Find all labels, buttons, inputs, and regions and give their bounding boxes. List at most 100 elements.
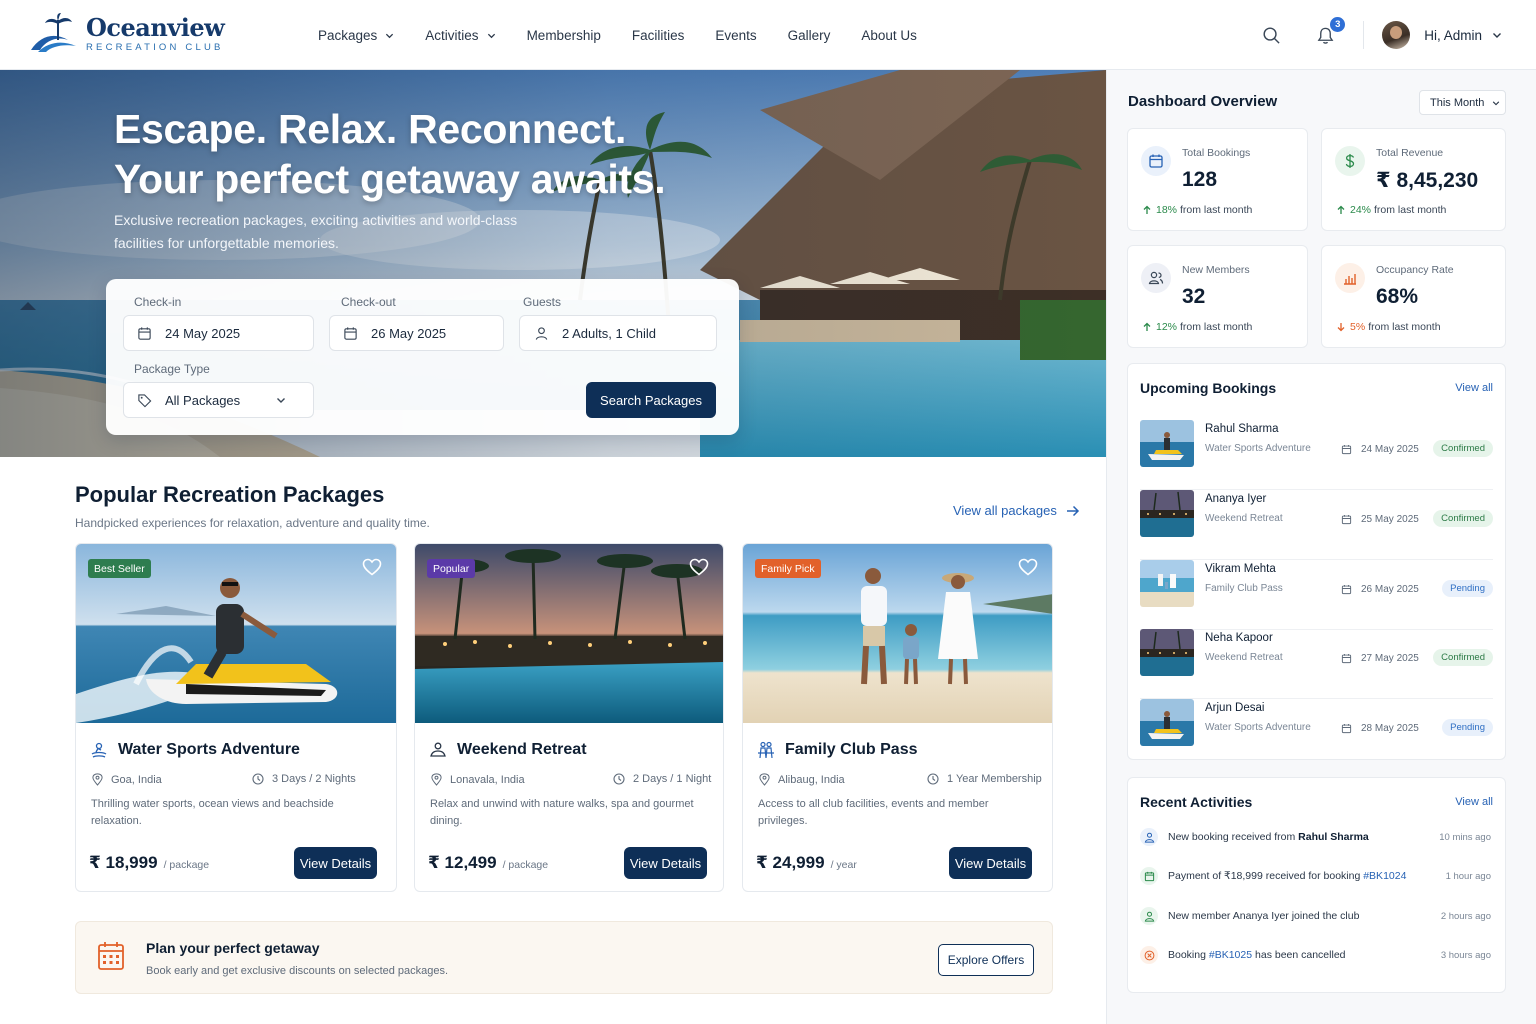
stat-change-pct: 5% bbox=[1350, 321, 1366, 333]
heart-icon[interactable] bbox=[689, 558, 709, 576]
stat-label: Total Bookings bbox=[1182, 147, 1251, 159]
stat-change-pct: 12% bbox=[1156, 321, 1178, 333]
status-badge: Confirmed bbox=[1433, 649, 1493, 666]
location-pin-icon bbox=[759, 773, 770, 786]
clock-icon bbox=[252, 773, 264, 785]
notifications-button[interactable]: 3 bbox=[1313, 17, 1346, 47]
booking-row[interactable]: Arjun Desai Water Sports Adventure 28 Ma… bbox=[1140, 699, 1493, 769]
booking-package: Water Sports Adventure bbox=[1205, 443, 1311, 454]
upcoming-bookings-view-all[interactable]: View all bbox=[1455, 382, 1493, 394]
package-card-weekend-retreat[interactable]: Popular Weekend Retreat Lonavala, India … bbox=[414, 543, 724, 892]
nav-activities[interactable]: Activities bbox=[425, 28, 495, 43]
nav-about-us[interactable]: About Us bbox=[861, 28, 917, 43]
wave-logo-icon bbox=[31, 13, 76, 52]
status-badge: Confirmed bbox=[1433, 510, 1493, 527]
location-pin-icon bbox=[431, 773, 442, 786]
status-badge: Pending bbox=[1442, 719, 1493, 736]
nav-gallery[interactable]: Gallery bbox=[788, 28, 831, 43]
package-description: Access to all club facilities, events an… bbox=[758, 798, 989, 827]
view-details-button[interactable]: View Details bbox=[294, 847, 377, 879]
view-details-button[interactable]: View Details bbox=[949, 847, 1032, 879]
avatar[interactable] bbox=[1382, 21, 1411, 49]
booking-guest-name: Arjun Desai bbox=[1205, 702, 1265, 714]
booking-row[interactable]: Ananya Iyer Weekend Retreat 25 May 2025 … bbox=[1140, 490, 1493, 560]
stat-change-text: from last month bbox=[1374, 204, 1447, 216]
stat-label: Total Revenue bbox=[1376, 147, 1444, 159]
plan-subtitle: Book early and get exclusive discounts o… bbox=[146, 965, 449, 977]
booking-date: 28 May 2025 bbox=[1341, 723, 1419, 734]
upcoming-bookings-card: Upcoming Bookings View all Rahul Sharma … bbox=[1127, 363, 1506, 760]
activity-item: Booking #BK1025 has been cancelled 3 hou… bbox=[1140, 942, 1493, 968]
activity-time: 10 mins ago bbox=[1439, 831, 1491, 843]
spa-icon bbox=[430, 742, 446, 757]
nav-label: Gallery bbox=[787, 27, 831, 43]
nav-events[interactable]: Events bbox=[715, 28, 756, 43]
stat-label: New Members bbox=[1182, 264, 1250, 276]
package-card-family-club[interactable]: Family Pick Family Club Pass Alibaug, In… bbox=[742, 543, 1053, 892]
activity-item: Payment of ₹18,999 received for booking … bbox=[1140, 863, 1493, 889]
calendar-icon bbox=[344, 326, 357, 340]
activity-text-part: Booking bbox=[1168, 949, 1209, 961]
view-all-packages-label: View all packages bbox=[953, 503, 1057, 518]
booking-date: 24 May 2025 bbox=[1341, 444, 1419, 455]
recent-activities-title: Recent Activities bbox=[1140, 794, 1253, 810]
booking-row[interactable]: Rahul Sharma Water Sports Adventure 24 M… bbox=[1140, 420, 1493, 490]
activity-time: 2 hours ago bbox=[1440, 910, 1491, 922]
recent-activities-view-all[interactable]: View all bbox=[1455, 796, 1493, 808]
arrow-up-icon bbox=[1143, 322, 1151, 331]
booking-row[interactable]: Vikram Mehta Family Club Pass 26 May 202… bbox=[1140, 560, 1493, 630]
search-packages-button[interactable]: Search Packages bbox=[586, 382, 716, 418]
dollar-icon bbox=[1335, 146, 1365, 176]
search-icon bbox=[1263, 26, 1280, 44]
nav-facilities[interactable]: Facilities bbox=[632, 28, 685, 43]
checkin-label: Check-in bbox=[134, 295, 182, 309]
checkout-value: 26 May 2025 bbox=[371, 325, 447, 341]
notification-badge: 3 bbox=[1330, 17, 1346, 32]
booking-search-form: Check-in 24 May 2025 Check-out 26 May 20… bbox=[106, 279, 739, 435]
activity-text: Booking #BK1025 has been cancelled bbox=[1168, 949, 1346, 961]
activity-time: 3 hours ago bbox=[1440, 949, 1491, 961]
booking-id-link[interactable]: #BK1024 bbox=[1363, 870, 1406, 882]
brand-logo[interactable]: Oceanview RECREATION CLUB bbox=[28, 12, 225, 56]
package-card-water-sports[interactable]: Best Seller Water Sports Adventure Goa, … bbox=[75, 543, 397, 892]
booking-id-link[interactable]: #BK1025 bbox=[1209, 949, 1252, 961]
booking-row[interactable]: Neha Kapoor Weekend Retreat 27 May 2025 … bbox=[1140, 629, 1493, 699]
stat-change: 12% from last month bbox=[1143, 321, 1252, 333]
calendar-icon bbox=[138, 326, 151, 340]
view-details-button[interactable]: View Details bbox=[624, 847, 707, 879]
guests-value: 2 Adults, 1 Child bbox=[562, 325, 656, 341]
checkout-label: Check-out bbox=[341, 295, 396, 309]
activity-item: New booking received from Rahul Sharma 1… bbox=[1140, 824, 1493, 850]
booking-date: 25 May 2025 bbox=[1341, 514, 1419, 525]
stat-change-text: from last month bbox=[1368, 321, 1441, 333]
checkout-field[interactable]: 26 May 2025 bbox=[329, 315, 504, 351]
price-unit: / package bbox=[163, 859, 210, 871]
heart-icon[interactable] bbox=[362, 558, 382, 576]
arrow-up-icon bbox=[1143, 205, 1151, 214]
duration-text: 3 Days / 2 Nights bbox=[272, 773, 356, 785]
view-all-packages-link[interactable]: View all packages bbox=[953, 503, 1080, 518]
nav-membership[interactable]: Membership bbox=[527, 28, 601, 43]
stat-value: 68% bbox=[1376, 285, 1419, 308]
booking-thumbnail bbox=[1140, 699, 1194, 746]
nav-label: Activities bbox=[425, 27, 479, 43]
guests-field[interactable]: 2 Adults, 1 Child bbox=[519, 315, 717, 351]
package-type-select[interactable]: All Packages bbox=[123, 382, 314, 418]
checkin-field[interactable]: 24 May 2025 bbox=[123, 315, 314, 351]
user-menu[interactable]: Hi, Admin bbox=[1424, 28, 1502, 43]
booking-package: Water Sports Adventure bbox=[1205, 722, 1311, 733]
package-tag: Popular bbox=[427, 559, 476, 578]
member-icon bbox=[1140, 907, 1158, 925]
user-icon bbox=[1140, 828, 1158, 846]
activity-text-part: has been cancelled bbox=[1252, 949, 1346, 961]
period-select[interactable]: This Month bbox=[1419, 90, 1506, 115]
top-navbar: Oceanview RECREATION CLUB Packages Activ… bbox=[0, 0, 1536, 70]
period-value: This Month bbox=[1430, 96, 1485, 109]
stat-value: 32 bbox=[1182, 285, 1206, 308]
search-button[interactable] bbox=[1259, 23, 1283, 47]
heart-icon[interactable] bbox=[1018, 558, 1038, 576]
activity-text: New member Ananya Iyer joined the club bbox=[1168, 910, 1359, 922]
nav-packages[interactable]: Packages bbox=[318, 28, 394, 43]
explore-offers-button[interactable]: Explore Offers bbox=[938, 944, 1034, 976]
packages-section-subtitle: Handpicked experiences for relaxation, a… bbox=[75, 516, 430, 530]
